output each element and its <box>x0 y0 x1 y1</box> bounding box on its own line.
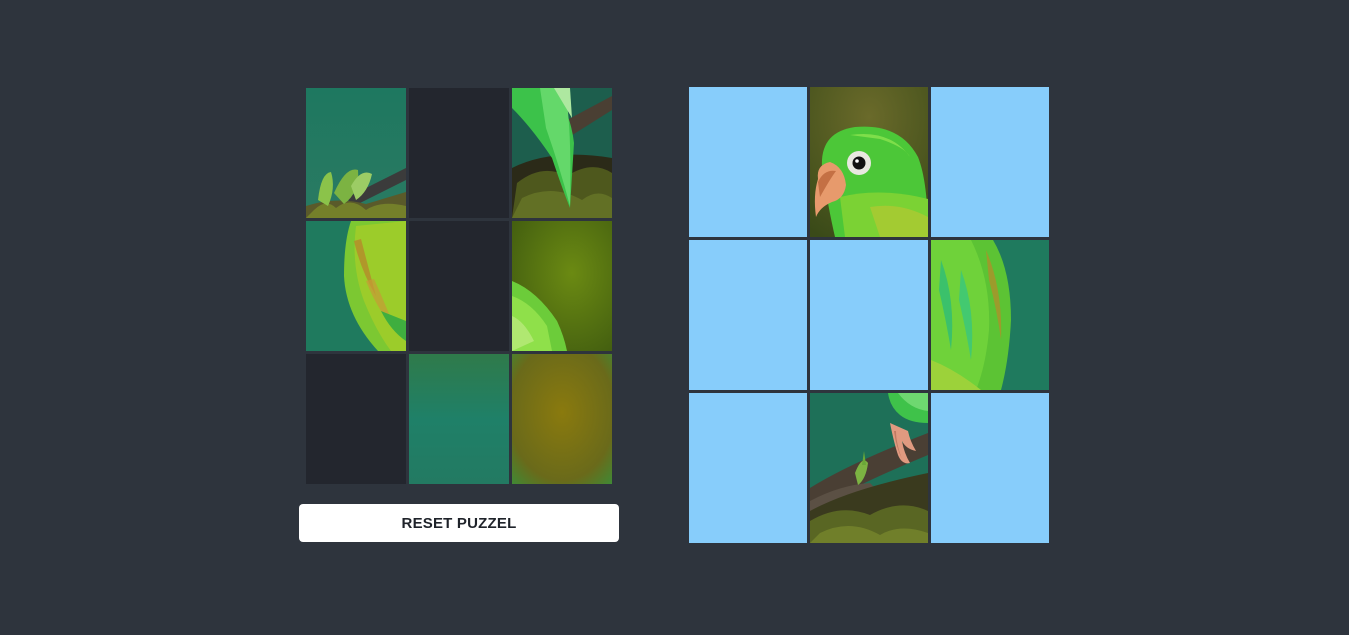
board-cell-2[interactable] <box>810 87 928 237</box>
parrot-piece-branch-leaves[interactable] <box>306 88 406 218</box>
tray-slot-1[interactable] <box>306 88 406 218</box>
puzzle-board <box>689 87 1049 543</box>
piece-tray <box>306 88 612 484</box>
board-cell-6[interactable] <box>931 240 1049 390</box>
tray-slot-7-empty[interactable] <box>306 354 406 484</box>
board-cell-9[interactable] <box>931 393 1049 543</box>
parrot-piece-wing-left[interactable] <box>306 221 406 351</box>
parrot-piece-body-right[interactable] <box>931 240 1049 390</box>
tray-slot-4[interactable] <box>306 221 406 351</box>
tray-slot-6[interactable] <box>512 221 612 351</box>
board-cell-7[interactable] <box>689 393 807 543</box>
parrot-piece-tail-branch[interactable] <box>512 88 612 218</box>
reset-puzzle-button[interactable]: RESET PUZZEL <box>299 504 619 542</box>
tray-slot-8[interactable] <box>409 354 509 484</box>
parrot-piece-back-olive[interactable] <box>512 221 612 351</box>
tray-slot-5-empty[interactable] <box>409 221 509 351</box>
board-cell-5[interactable] <box>810 240 928 390</box>
parrot-piece-teal-background[interactable] <box>409 354 509 484</box>
board-cell-8[interactable] <box>810 393 928 543</box>
tray-slot-3[interactable] <box>512 88 612 218</box>
parrot-piece-head[interactable] <box>810 87 928 237</box>
board-cell-1[interactable] <box>689 87 807 237</box>
parrot-piece-feet-branch[interactable] <box>810 393 928 543</box>
tray-slot-9[interactable] <box>512 354 612 484</box>
board-cell-4[interactable] <box>689 240 807 390</box>
parrot-piece-olive-background[interactable] <box>512 354 612 484</box>
tray-slot-2-empty[interactable] <box>409 88 509 218</box>
board-cell-3[interactable] <box>931 87 1049 237</box>
